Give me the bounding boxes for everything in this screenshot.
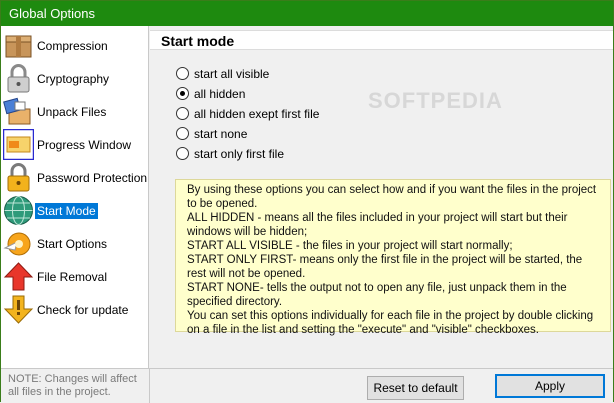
- info-paragraph: ALL HIDDEN - means all the files include…: [187, 212, 568, 238]
- sidebar-item-label: Progress Window: [37, 138, 132, 152]
- section-header: Start mode: [150, 30, 613, 50]
- sidebar-item-label: Cryptography: [37, 72, 110, 86]
- sidebar-item-progress-window[interactable]: Progress Window: [1, 128, 149, 161]
- globe-icon: [4, 196, 33, 225]
- red-arrow-up-icon: [3, 262, 34, 291]
- info-paragraph: You can set this options individually fo…: [187, 310, 594, 336]
- warning-arrow-icon: [3, 295, 34, 324]
- info-box: By using these options you can select ho…: [175, 179, 611, 336]
- start-options-icon: [3, 232, 31, 256]
- radio-label: all hidden: [194, 87, 246, 101]
- divider: [149, 369, 150, 403]
- reset-to-default-button[interactable]: Reset to default: [367, 376, 464, 400]
- radio-button[interactable]: [176, 107, 189, 120]
- footer-bar: NOTE: Changes will affect all files in t…: [1, 368, 613, 403]
- info-paragraph: START ALL VISIBLE - the files in your pr…: [187, 240, 513, 252]
- progress-window-icon: [3, 129, 34, 160]
- radio-label: start none: [194, 127, 248, 141]
- window-title: Global Options: [9, 6, 95, 21]
- info-paragraph: START NONE- tells the output not to open…: [187, 282, 567, 308]
- info-paragraph: START ONLY FIRST- means only the first f…: [187, 254, 583, 280]
- sidebar-item-start-mode[interactable]: Start Mode: [1, 194, 149, 227]
- apply-button[interactable]: Apply: [495, 374, 605, 398]
- radio-label: all hidden exept first file: [194, 107, 320, 121]
- sidebar-item-label: File Removal: [37, 270, 108, 284]
- sidebar-item-label: Check for update: [37, 303, 129, 317]
- sidebar-item-cryptography[interactable]: Cryptography: [1, 62, 149, 95]
- sidebar-item-password-protection[interactable]: Password Protection: [1, 161, 149, 194]
- sidebar-item-label: Start Mode: [35, 203, 98, 219]
- title-bar: Global Options: [1, 1, 613, 26]
- radio-button[interactable]: [176, 67, 189, 80]
- radio-button[interactable]: [176, 127, 189, 140]
- sidebar: Compression Cryptography Unpack Files Pr…: [1, 26, 149, 368]
- section-title: Start mode: [161, 33, 235, 49]
- box-icon: [5, 35, 32, 58]
- sidebar-item-check-for-update[interactable]: Check for update: [1, 293, 149, 326]
- changes-note: NOTE: Changes will affect all files in t…: [8, 373, 137, 398]
- sidebar-item-label: Compression: [37, 39, 108, 53]
- radio-label: start all visible: [194, 67, 270, 81]
- softpedia-watermark: SOFTPEDIA: [368, 88, 503, 113]
- start-mode-panel: Start mode SOFTPEDIA start all visible a…: [150, 26, 613, 368]
- sidebar-item-label: Unpack Files: [37, 105, 107, 119]
- radio-button[interactable]: [176, 87, 189, 100]
- unpack-icon: [3, 97, 31, 125]
- info-paragraph: By using these options you can select ho…: [187, 184, 597, 210]
- radio-label: start only first file: [194, 147, 285, 161]
- radio-button[interactable]: [176, 147, 189, 160]
- global-options-window: Global Options Compression Cryptography: [0, 0, 614, 403]
- sidebar-item-file-removal[interactable]: File Removal: [1, 260, 149, 293]
- padlock-icon: [7, 64, 30, 93]
- sidebar-item-unpack-files[interactable]: Unpack Files: [1, 95, 149, 128]
- sidebar-item-start-options[interactable]: Start Options: [1, 227, 149, 260]
- sidebar-item-label: Start Options: [37, 237, 108, 251]
- sidebar-item-label: Password Protection: [37, 171, 148, 185]
- sidebar-item-compression[interactable]: Compression: [1, 29, 149, 62]
- gold-lock-icon: [7, 163, 30, 192]
